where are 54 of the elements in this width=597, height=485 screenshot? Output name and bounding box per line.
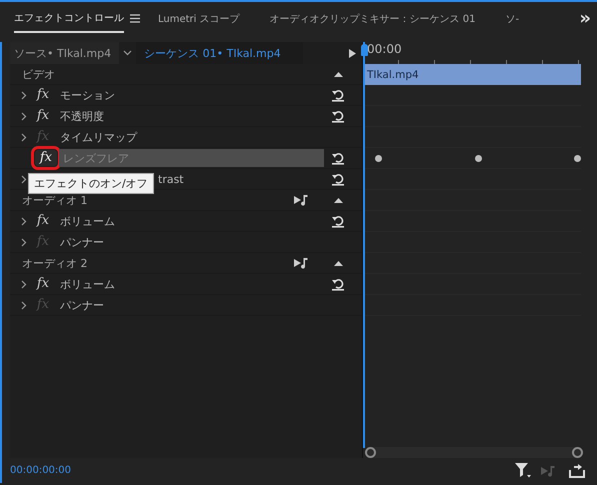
timeline-clip[interactable]: TIkal.mp4 [363, 64, 581, 85]
reset-icon[interactable] [331, 277, 345, 291]
filter-icon[interactable] [515, 463, 531, 478]
collapse-icon[interactable] [334, 197, 342, 203]
play-audio-icon[interactable] [294, 257, 310, 269]
export-icon[interactable] [569, 464, 585, 478]
effect-name[interactable]: ボリューム [60, 214, 115, 228]
overflow-button[interactable]: » [579, 8, 597, 28]
zoom-scrollbar[interactable] [365, 447, 583, 458]
effect-name[interactable]: パンナー [60, 298, 104, 312]
menu-icon[interactable] [130, 14, 140, 22]
tooltip: エフェクトのオン/オフ [28, 173, 154, 194]
effect-name[interactable]: ボリューム [60, 276, 115, 292]
fx-toggle[interactable]: fx [32, 87, 54, 103]
reset-icon[interactable] [331, 88, 345, 102]
collapse-icon[interactable] [334, 260, 342, 266]
section-header: オーディオ 1 [21, 192, 88, 208]
fx-toggle[interactable]: fx [32, 276, 54, 292]
source-clip-tab[interactable]: ソース• TIkal.mp4 [10, 42, 120, 64]
effect-name[interactable]: パンナー [60, 234, 104, 250]
chevron-icon[interactable] [21, 280, 27, 288]
reset-icon[interactable] [331, 172, 345, 186]
chevron-icon[interactable] [21, 132, 27, 142]
keyframe-icon[interactable] [375, 154, 382, 162]
reset-icon[interactable] [331, 109, 345, 123]
panel-tab[interactable]: オーディオクリップミキサー：シーケンス 01 [270, 4, 476, 32]
collapse-icon[interactable] [334, 71, 342, 77]
effect-name[interactable]: モーション [60, 88, 115, 102]
reset-icon[interactable] [331, 151, 346, 165]
chevron-icon[interactable] [21, 216, 27, 226]
fx-toggle[interactable]: fx [34, 150, 57, 166]
timecode[interactable]: 00:00:00:00 [10, 465, 72, 476]
effect-name[interactable]: trast [158, 172, 184, 186]
chevron-icon[interactable] [21, 300, 27, 310]
panel-tab[interactable]: エフェクトコントロール [14, 4, 124, 32]
ruler-time: 00:00 [367, 42, 402, 56]
chevron-down-icon[interactable] [123, 50, 132, 56]
fx-toggle[interactable]: fx [32, 213, 54, 229]
reset-icon[interactable] [331, 214, 345, 228]
chevron-icon[interactable] [21, 174, 27, 184]
panel-tab[interactable]: Lumetri スコープ [158, 4, 240, 32]
section-header: オーディオ 2 [21, 256, 88, 270]
effect-name[interactable]: 不透明度 [60, 108, 104, 124]
chevron-icon[interactable] [21, 112, 27, 120]
keyframe-icon[interactable] [474, 154, 482, 162]
section-header: ビデオ [21, 66, 55, 82]
panel-tab[interactable]: ソ- [506, 4, 520, 32]
play-icon[interactable] [349, 48, 356, 58]
chevron-icon[interactable] [21, 90, 27, 100]
play-audio-icon[interactable] [294, 194, 310, 206]
effect-name[interactable]: タイムリマップ [60, 130, 137, 144]
fx-toggle[interactable]: fx [32, 108, 54, 124]
chevron-icon[interactable] [21, 238, 27, 246]
keyframe-icon[interactable] [574, 154, 581, 162]
